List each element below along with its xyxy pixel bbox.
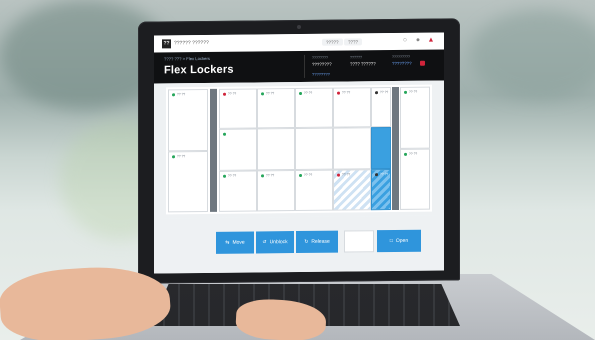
status-dot [375,173,378,176]
locker-label: ?? ?? [342,90,351,95]
release-icon: ↻ [304,238,309,245]
open-button[interactable]: □ Open [377,229,421,253]
background-blur [470,10,595,100]
locker-cell[interactable]: ?? ?? [400,148,430,210]
locker-label: ?? ?? [342,172,351,177]
locker-cell[interactable]: ?? ?? [400,86,430,149]
locker-cell[interactable] [219,128,257,171]
locker-label: ?? ?? [304,172,313,177]
locker-label: ?? ?? [409,89,418,94]
locker-cell[interactable]: ?? ?? [168,88,208,152]
header-divider [304,54,305,78]
locker-label: ?? ?? [380,172,389,177]
status-dot [223,92,226,96]
status-dot [223,132,226,136]
locker-label: ?? ?? [177,92,186,97]
locker-label: ?? ?? [304,90,313,95]
app-screen: ?? ?????? ?????? ????? ???? ○ ● ▲ ???? ?… [154,32,444,274]
alert-icon[interactable]: ▲ [427,37,435,45]
status-dot [223,174,226,178]
help-icon[interactable]: ○ [401,37,409,45]
locker-cell[interactable] [333,127,371,170]
locker-label: ?? ?? [409,151,418,156]
locker-label: ?? ?? [266,91,275,96]
locker-cell-selected[interactable]: ?? ?? [371,169,391,211]
locker-cell[interactable]: ?? ?? [219,88,257,129]
locker-board-area: ?? ?? ?? ?? ?? ?? ?? ?? ?? ?? ?? ?? ?? ?… [154,80,444,219]
locker-cell[interactable]: ?? ?? [295,87,333,129]
status-dot [261,174,264,177]
page-title: Flex Lockers [164,63,234,77]
header-field-value: ???? ?????? [350,61,376,67]
alert-badge [420,60,425,66]
locker-cell[interactable]: ?? ?? [257,170,295,212]
status-dot [299,91,302,95]
status-dot [375,91,378,94]
unblock-label: Unblock [269,239,288,246]
locker-cell[interactable]: ?? ?? [168,150,208,213]
status-dot [261,92,264,95]
header-field-value[interactable]: ???????? [392,61,412,66]
open-lock-icon: □ [389,238,393,245]
unblock-button[interactable]: ↺ Unblock [256,231,294,254]
move-label: Move [232,239,245,246]
header-field-label: ????????? [392,54,410,60]
open-label: Open [395,237,409,244]
header-field-label: ???????? [312,55,328,60]
header-field-label: ?????? [350,55,362,60]
locker-label: ?? ?? [177,154,186,159]
locker-label: ?? ?? [228,91,237,96]
locker-label: ?? ?? [380,90,389,95]
locker-cell[interactable]: ?? ?? [257,88,295,129]
locker-cell[interactable]: ?? ?? [333,87,371,128]
nav-tab-2[interactable]: ???? [344,38,363,46]
locker-cell[interactable]: ?? ?? [295,169,333,212]
locker-label: ?? ?? [228,173,237,178]
logo-text: ?????? ?????? [174,39,209,47]
locker-cell[interactable]: ?? ?? [219,170,257,212]
logo-mark: ?? [162,39,171,49]
locker-cell[interactable] [295,127,333,171]
header-link[interactable]: ???????? [312,72,330,77]
locker-cell-reserved[interactable]: ?? ?? [333,169,371,211]
locker-cell[interactable] [257,128,295,171]
locker-label: ?? ?? [266,173,275,178]
status-dot [404,90,407,94]
status-dot [172,93,175,96]
status-dot [337,173,340,177]
locker-cell-selected[interactable] [371,127,391,170]
locker-board: ?? ?? ?? ?? ?? ?? ?? ?? ?? ?? ?? ?? ?? ?… [166,84,432,215]
breadcrumb[interactable]: ???? ??? > Flex Lockers [164,56,210,61]
page-header: ???? ??? > Flex Lockers Flex Lockers ???… [154,49,444,84]
release-button[interactable]: ↻ Release [296,230,338,254]
laptop-lid: ?? ?????? ?????? ????? ???? ○ ● ▲ ???? ?… [138,18,460,284]
header-field-value: ???????? [312,61,332,67]
move-icon: ⇆ [225,239,230,246]
action-bar: ⇆ Move ↺ Unblock ↻ Release □ Open [154,215,444,274]
status-dot [172,155,175,158]
webcam [297,24,301,30]
status-dot [337,91,340,95]
status-dot [299,173,302,177]
empty-panel [344,230,374,253]
move-button[interactable]: ⇆ Move [216,231,254,254]
nav-tab-1[interactable]: ????? [322,38,343,46]
release-label: Release [311,238,330,245]
locker-divider [210,88,217,212]
locker-cell[interactable]: ?? ?? [371,87,391,128]
user-icon[interactable]: ● [414,37,422,45]
locker-divider [392,86,399,211]
status-dot [404,152,407,156]
unlock-icon: ↺ [262,239,267,246]
